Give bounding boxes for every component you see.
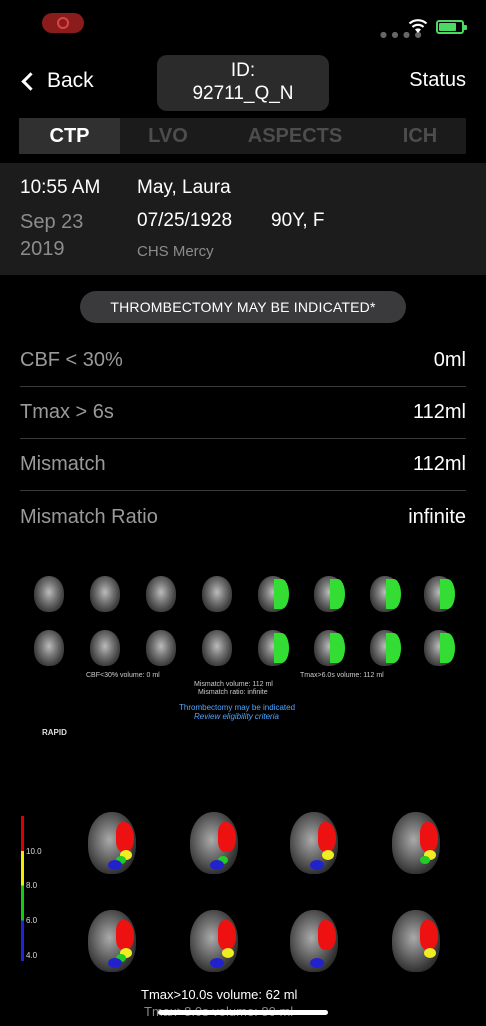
- home-indicator[interactable]: [158, 1010, 328, 1015]
- metric-row-mismatch-ratio: Mismatch Ratio infinite: [20, 491, 466, 543]
- tmax-map-slice: [190, 812, 238, 874]
- tmax-map-slice: [290, 812, 338, 874]
- metric-value: 112ml: [413, 453, 466, 475]
- brain-slice-perfusion: [424, 630, 455, 666]
- scale-label: 10.0: [26, 847, 42, 856]
- brain-slice: [90, 630, 120, 666]
- brain-slice: [34, 576, 64, 612]
- scan-date-year: 2019: [20, 238, 65, 260]
- tab-ctp[interactable]: CTP: [19, 118, 120, 154]
- brain-slice: [202, 576, 232, 612]
- patient-age-sex: 90Y, F: [271, 210, 325, 231]
- metric-row-mismatch: Mismatch 112ml: [20, 439, 466, 491]
- tmax-map-slice: [88, 812, 136, 874]
- rapid-summary-image[interactable]: CBF<30% volume: 0 ml Tmax>6.0s volume: 1…: [28, 570, 458, 745]
- metric-value: 112ml: [413, 401, 466, 423]
- brain-slice-perfusion: [370, 630, 401, 666]
- tab-ich[interactable]: ICH: [374, 118, 466, 154]
- case-id-label: ID:: [230, 60, 256, 81]
- tmax-color-scale: [21, 816, 24, 961]
- metric-value: 0ml: [433, 349, 466, 371]
- mismatch-ratio-caption: Mismatch ratio: infinite: [198, 689, 268, 696]
- metric-label: Mismatch Ratio: [20, 505, 158, 528]
- mismatch-volume-caption: Mismatch volume: 112 ml: [194, 681, 273, 688]
- module-tabs: CTP LVO ASPECTS ICH: [19, 118, 466, 154]
- back-button[interactable]: Back: [18, 66, 94, 96]
- cbf-volume-caption: CBF<30% volume: 0 ml: [86, 672, 160, 679]
- metric-label: CBF < 30%: [20, 349, 123, 371]
- battery-charging-icon: [436, 20, 467, 34]
- tab-lvo[interactable]: LVO: [120, 118, 216, 154]
- thrombectomy-banner: THROMBECTOMY MAY BE INDICATED*: [80, 291, 406, 323]
- metric-row-tmax: Tmax > 6s 112ml: [20, 387, 466, 439]
- case-id-box: ID: 92711_Q_N: [157, 55, 329, 111]
- indication-text: Thrombectomy may be indicated: [179, 703, 296, 712]
- tab-aspects[interactable]: ASPECTS: [216, 118, 374, 154]
- brain-slice: [146, 630, 176, 666]
- patient-name: May, Laura: [137, 177, 231, 198]
- scan-date: Sep 23 2019: [20, 209, 83, 263]
- scale-label: 6.0: [26, 916, 38, 925]
- review-criteria-text: Review eligibility criteria: [194, 712, 279, 721]
- brain-slice-perfusion: [258, 630, 289, 666]
- tmax-map-slice: [392, 812, 440, 874]
- metric-label: Tmax > 6s: [20, 401, 114, 423]
- tmax-map-slice: [190, 910, 238, 972]
- brain-slice-perfusion: [314, 630, 345, 666]
- tmax-10-volume-caption: Tmax>10.0s volume: 62 ml: [141, 987, 298, 1002]
- scan-date-day: Sep 23: [20, 211, 84, 233]
- patient-dob: 07/25/1928: [137, 210, 233, 231]
- patient-info-panel: 10:55 AM Sep 23 2019 May, Laura 07/25/19…: [0, 163, 486, 275]
- case-id-value: 92711_Q_N: [192, 83, 294, 104]
- status-bar: ● ● ● ●: [0, 0, 486, 48]
- brain-slice-perfusion: [424, 576, 455, 612]
- tmax-map-slice: [392, 910, 440, 972]
- brain-slice-perfusion: [370, 576, 401, 612]
- metric-row-cbf: CBF < 30% 0ml: [20, 335, 466, 387]
- scale-label: 8.0: [26, 881, 38, 890]
- brain-slice-perfusion: [258, 576, 289, 612]
- tmax-map-slice: [88, 910, 136, 972]
- brain-slice: [90, 576, 120, 612]
- metric-label: Mismatch: [20, 453, 106, 475]
- tmax-volume-caption: Tmax>6.0s volume: 112 ml: [300, 672, 384, 679]
- tmax-map-slice: [290, 910, 338, 972]
- back-label: Back: [47, 69, 94, 92]
- rapid-logo: RAPID: [42, 728, 67, 737]
- wifi-icon: [408, 19, 428, 33]
- screen-recording-indicator[interactable]: [42, 13, 84, 33]
- status-button[interactable]: Status: [409, 69, 466, 92]
- brain-slice: [146, 576, 176, 612]
- hospital-site: CHS Mercy: [137, 243, 214, 260]
- brain-slice: [34, 630, 64, 666]
- metric-value: infinite: [408, 505, 466, 528]
- brain-slice-perfusion: [314, 576, 345, 612]
- brain-slice: [202, 630, 232, 666]
- scan-time: 10:55 AM: [20, 177, 101, 198]
- scale-label: 4.0: [26, 951, 38, 960]
- chevron-left-icon: [21, 71, 40, 91]
- record-icon: [57, 17, 69, 29]
